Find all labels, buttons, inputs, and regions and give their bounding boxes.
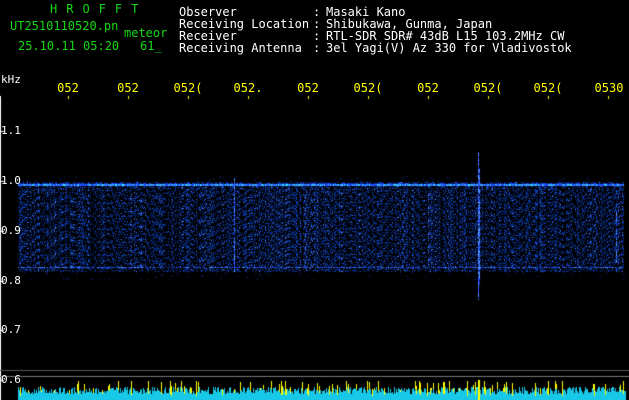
- info-value-antenna: 3el Yagi(V) Az 330 for Vladivostok: [326, 41, 572, 55]
- x-tick-label: 052(: [173, 81, 203, 95]
- y-tick-label: 0.6: [1, 373, 21, 386]
- brand-title: HROFFT: [50, 2, 148, 16]
- x-tick-label: 052: [117, 81, 139, 95]
- y-tick-label: 1.1: [1, 124, 21, 137]
- x-tick-label: 0530: [594, 81, 624, 95]
- date-time: 25.10.11 05:20: [18, 39, 120, 53]
- spectrogram-canvas: [0, 0, 629, 400]
- hrofft-screen: HROFFT UT2510110520.pn meteor 25.10.11 0…: [0, 0, 629, 400]
- file-name: UT2510110520.pn: [10, 19, 119, 33]
- y-tick-label: 0.9: [1, 224, 21, 237]
- info-colon: :: [313, 41, 321, 55]
- x-tick-label: 052(: [473, 81, 503, 95]
- x-tick-label: 052(: [353, 81, 383, 95]
- y-axis-unit: kHz: [1, 73, 21, 86]
- x-tick-label: 052.: [233, 81, 263, 95]
- x-tick-label: 052: [297, 81, 319, 95]
- mode-label: meteor: [124, 26, 168, 40]
- detection-count: 61_: [140, 39, 162, 53]
- y-tick-label: 0.7: [1, 323, 21, 336]
- x-tick-label: 052(: [533, 81, 563, 95]
- y-tick-label: 0.8: [1, 274, 21, 287]
- info-key-antenna: Receiving Antenna: [179, 41, 302, 55]
- x-tick-label: 052: [57, 81, 79, 95]
- x-tick-label: 052: [417, 81, 439, 95]
- y-tick-label: 1.0: [1, 174, 21, 187]
